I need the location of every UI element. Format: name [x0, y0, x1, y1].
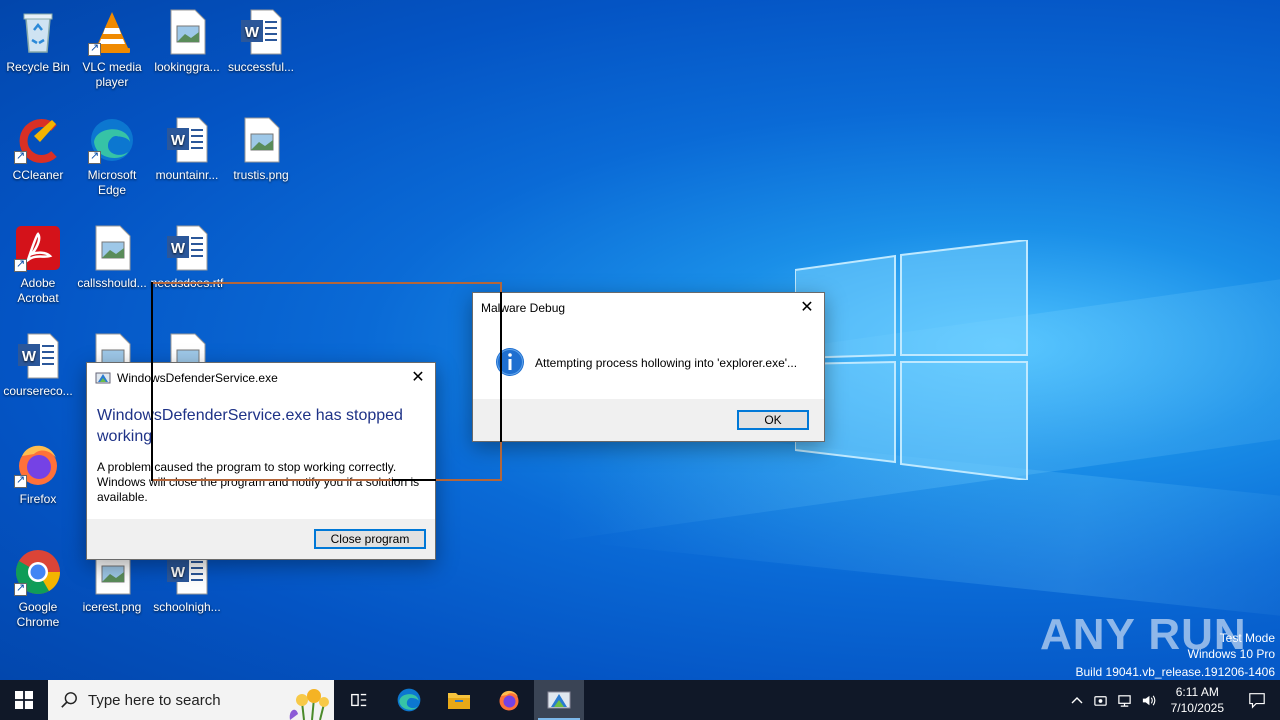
word-doc-icon: W: [14, 332, 62, 380]
task-view-icon: [351, 693, 367, 707]
svg-text:W: W: [171, 240, 186, 257]
meet-now-icon[interactable]: [1089, 680, 1113, 720]
task-view-button[interactable]: [334, 680, 384, 720]
svg-text:W: W: [245, 24, 260, 41]
desktop-icon-vlc[interactable]: VLC media player: [74, 8, 150, 90]
malware-debug-dialog: Malware Debug ✕ Attempting process hollo…: [472, 292, 825, 442]
clock-time: 6:11 AM: [1175, 685, 1219, 699]
desktop-icon-file[interactable]: W mountainr...: [149, 116, 225, 183]
network-icon[interactable]: [1113, 680, 1137, 720]
info-icon: [495, 347, 525, 377]
close-icon[interactable]: ✕: [409, 369, 427, 387]
vlc-icon: [88, 8, 136, 56]
taskbar-search-box[interactable]: Type here to search: [48, 680, 334, 720]
desktop-icon-file[interactable]: lookinggra...: [149, 8, 225, 75]
crash-dialog: WindowsDefenderService.exe ✕ WindowsDefe…: [86, 362, 436, 560]
crash-dialog-message: A problem caused the program to stop wor…: [97, 460, 420, 504]
clock-date: 7/10/2025: [1170, 701, 1224, 715]
malware-dialog-title: Malware Debug: [481, 301, 566, 315]
app-icon: [547, 691, 571, 709]
image-file-icon: [237, 116, 285, 164]
edge-icon: [397, 688, 421, 712]
search-placeholder: Type here to search: [88, 691, 221, 709]
desktop-icon-firefox[interactable]: Firefox: [0, 440, 76, 507]
word-doc-icon: W: [163, 116, 211, 164]
flowers-decoration-icon: [289, 689, 329, 720]
volume-icon[interactable]: [1137, 680, 1161, 720]
word-doc-icon: W: [163, 224, 211, 272]
word-doc-icon: W: [237, 8, 285, 56]
notification-center-button[interactable]: [1234, 680, 1280, 720]
malware-dialog-message: Attempting process hollowing into 'explo…: [535, 356, 798, 370]
windows-logo-wallpaper: [794, 238, 1030, 482]
system-tray: 6:11 AM 7/10/2025: [1065, 680, 1280, 720]
desktop-icon-file[interactable]: W needsdoes.rtf: [149, 224, 225, 291]
taskbar-edge-button[interactable]: [384, 680, 434, 720]
recycle-bin-icon: [14, 8, 62, 56]
desktop-icon-file[interactable]: callsshould...: [74, 224, 150, 291]
close-program-button[interactable]: Close program: [314, 529, 426, 549]
chrome-icon: [14, 548, 62, 596]
close-icon[interactable]: ✕: [798, 299, 816, 317]
svg-text:W: W: [22, 348, 37, 365]
crash-dialog-titlebar[interactable]: WindowsDefenderService.exe: [87, 363, 435, 393]
desktop-icon-edge[interactable]: Microsoft Edge: [74, 116, 150, 198]
start-button[interactable]: [0, 680, 48, 720]
svg-text:W: W: [171, 564, 186, 581]
search-icon: [61, 692, 77, 708]
clock[interactable]: 6:11 AM 7/10/2025: [1161, 684, 1234, 716]
edition-watermark: Windows 10 Pro: [1187, 647, 1275, 661]
folder-icon: [448, 693, 470, 709]
taskbar-crashed-app-button[interactable]: [534, 680, 584, 720]
image-file-icon: [163, 8, 211, 56]
taskbar-firefox-button[interactable]: [484, 680, 534, 720]
desktop-icon-ccleaner[interactable]: CCleaner: [0, 116, 76, 183]
acrobat-icon: [14, 224, 62, 272]
ccleaner-icon: [14, 116, 62, 164]
desktop-icon-file[interactable]: trustis.png: [223, 116, 299, 183]
taskbar: Type here to search 6:11 AM 7/10/2025: [0, 680, 1280, 720]
desktop-icon-recycle-bin[interactable]: Recycle Bin: [0, 8, 76, 75]
taskbar-file-explorer-button[interactable]: [434, 680, 484, 720]
desktop-icon-file[interactable]: W successful...: [223, 8, 299, 75]
desktop-icon-file[interactable]: W coursereco...: [0, 332, 76, 399]
svg-text:W: W: [171, 132, 186, 149]
firefox-icon: [14, 440, 62, 488]
test-mode-watermark: Test Mode: [1219, 631, 1275, 645]
malware-dialog-titlebar[interactable]: Malware Debug: [473, 293, 824, 323]
ok-button[interactable]: OK: [737, 410, 809, 430]
chevron-up-icon[interactable]: [1065, 680, 1089, 720]
build-watermark: Build 19041.vb_release.191206-1406: [1075, 665, 1276, 679]
windows-start-icon: [15, 691, 33, 709]
desktop-icon-acrobat[interactable]: Adobe Acrobat: [0, 224, 76, 306]
malware-dialog-footer: OK: [473, 399, 824, 441]
firefox-icon: [499, 690, 519, 711]
crash-dialog-title: WindowsDefenderService.exe: [117, 371, 278, 385]
image-file-icon: [88, 224, 136, 272]
edge-icon: [88, 116, 136, 164]
crash-dialog-heading: WindowsDefenderService.exe has stopped w…: [97, 407, 403, 445]
notification-icon: [1249, 693, 1265, 709]
desktop-icon-chrome[interactable]: Google Chrome: [0, 548, 76, 630]
app-icon: [95, 370, 111, 386]
crash-dialog-footer: Close program: [87, 519, 435, 559]
